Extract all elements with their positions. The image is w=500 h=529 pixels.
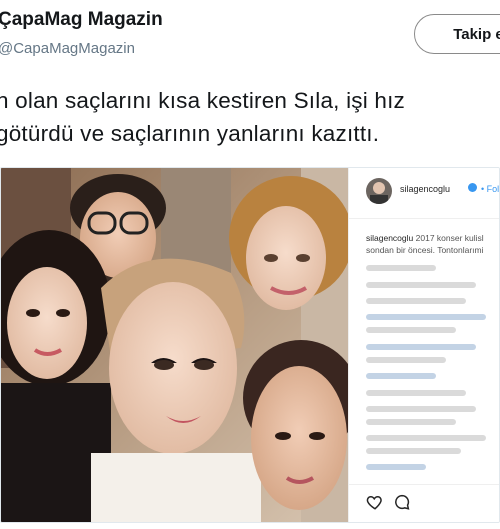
blurred-comment bbox=[366, 314, 486, 320]
blurred-comment bbox=[366, 390, 466, 396]
blurred-comment bbox=[366, 265, 436, 271]
blurred-comment bbox=[366, 357, 446, 363]
tweet-header: ÇapaMag Magazin @CapaMagMagazin Takip et bbox=[0, 0, 500, 66]
tweet-text: n olan saçlarını kısa kestiren Sıla, işi… bbox=[0, 84, 405, 150]
instagram-caption: silagencoglu 2017 konser kulisl sondan b… bbox=[366, 232, 484, 256]
selfie-photo[interactable] bbox=[1, 168, 348, 522]
user-handle[interactable]: @CapaMagMagazin bbox=[0, 40, 135, 57]
instagram-embed-panel: silagencoglu • Follow silagencoglu 2017 … bbox=[348, 168, 499, 522]
comment-icon[interactable] bbox=[393, 493, 411, 511]
caption-text: 2017 konser kulisl bbox=[415, 233, 484, 243]
verified-badge-icon bbox=[468, 183, 477, 192]
tweet-text-line: n olan saçlarını kısa kestiren Sıla, işi… bbox=[0, 88, 405, 113]
instagram-username[interactable]: silagencoglu bbox=[400, 184, 450, 194]
blurred-comment bbox=[366, 406, 476, 412]
follow-button[interactable]: Takip et bbox=[414, 14, 500, 54]
tweet-text-line: götürdü ve saçlarının yanlarını kazıttı. bbox=[0, 121, 380, 146]
blurred-comment bbox=[366, 298, 466, 304]
caption-username[interactable]: silagencoglu bbox=[366, 233, 413, 243]
heart-icon[interactable] bbox=[366, 493, 384, 511]
display-name[interactable]: ÇapaMag Magazin bbox=[0, 9, 163, 31]
blurred-comment bbox=[366, 282, 476, 288]
blurred-comment bbox=[366, 448, 461, 454]
avatar[interactable] bbox=[366, 178, 392, 204]
blurred-comment bbox=[366, 373, 436, 379]
blurred-comment bbox=[366, 464, 426, 470]
instagram-follow-link[interactable]: • Follow bbox=[481, 184, 499, 194]
instagram-header: silagencoglu • Follow bbox=[349, 168, 499, 219]
caption-text: sondan bir öncesi. Tontonlarımi bbox=[366, 245, 484, 255]
blurred-comment bbox=[366, 435, 486, 441]
blurred-comment bbox=[366, 344, 476, 350]
blurred-comment bbox=[366, 419, 456, 425]
instagram-actions bbox=[349, 484, 499, 522]
blurred-comment bbox=[366, 327, 456, 333]
tweet-media[interactable]: silagencoglu • Follow silagencoglu 2017 … bbox=[0, 167, 500, 523]
